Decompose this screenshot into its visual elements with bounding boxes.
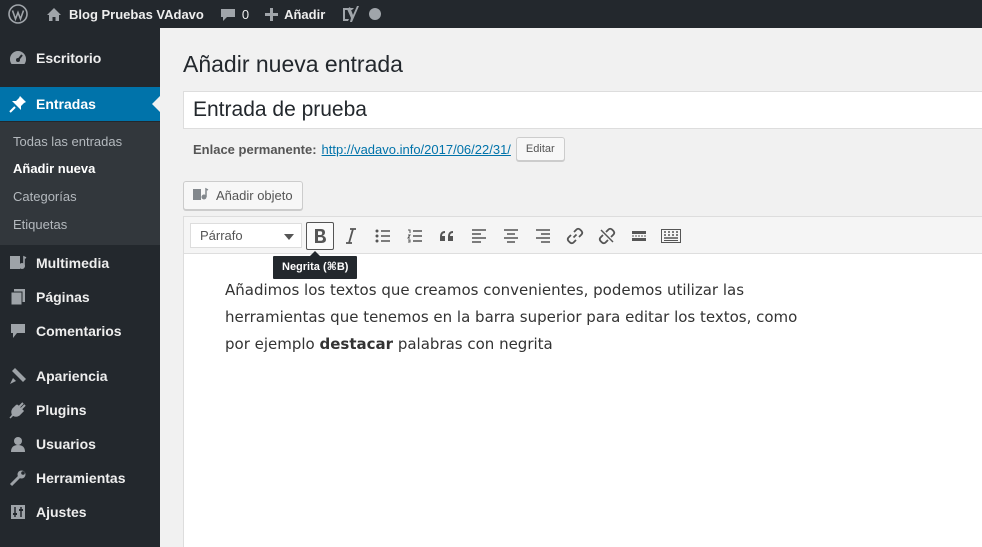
editor-content[interactable]: Añadimos los textos que creamos convenie… xyxy=(225,277,805,358)
media-add-icon xyxy=(192,186,210,205)
submenu-item-etiquetas[interactable]: Etiquetas xyxy=(13,217,67,232)
dashboard-icon xyxy=(0,50,36,66)
read-more-icon xyxy=(632,231,646,241)
submenu-item-todas-las-entradas[interactable]: Todas las entradas xyxy=(13,134,122,149)
menu-item-multimedia[interactable]: Multimedia xyxy=(0,246,160,280)
site-name: Blog Pruebas VAdavo xyxy=(69,6,204,22)
active-indicator xyxy=(152,96,160,112)
read-more-button[interactable] xyxy=(625,222,653,250)
submenu-item-anadir-nueva[interactable]: Añadir nueva xyxy=(13,161,95,176)
quote-icon xyxy=(440,231,453,241)
tooltip-text: Negrita (⌘B) xyxy=(282,261,349,273)
link-icon xyxy=(566,227,584,245)
permalink-label: Enlace permanente: xyxy=(193,141,317,157)
menu-label: Ajustes xyxy=(36,504,87,520)
bold-button[interactable] xyxy=(306,222,334,250)
seo-score-indicator xyxy=(369,8,382,20)
remove-link-button[interactable] xyxy=(593,222,621,250)
permalink-url[interactable]: http://vadavo.info/2017/06/22/31/ xyxy=(322,142,511,157)
comments-count: 0 xyxy=(241,6,250,22)
menu-label: Usuarios xyxy=(36,436,96,452)
toolbar-toggle-button[interactable] xyxy=(657,222,685,250)
users-icon xyxy=(0,436,36,452)
align-center-button[interactable] xyxy=(497,222,525,250)
blockquote-button[interactable] xyxy=(433,222,461,250)
align-left-button[interactable] xyxy=(465,222,493,250)
menu-label: Herramientas xyxy=(36,470,126,486)
menu-item-escritorio[interactable]: Escritorio xyxy=(0,41,160,75)
comments-icon xyxy=(0,323,36,339)
italic-button[interactable] xyxy=(337,222,365,250)
entradas-submenu: Todas las entradas Añadir nueva Categorí… xyxy=(0,122,160,245)
menu-item-herramientas[interactable]: Herramientas xyxy=(0,461,160,495)
admin-sidebar: Escritorio Entradas Todas las entradas A… xyxy=(0,28,160,547)
menu-label: Páginas xyxy=(36,289,90,305)
yoast-seo-icon[interactable] xyxy=(333,0,367,28)
menu-item-comentarios[interactable]: Comentarios xyxy=(0,314,160,348)
post-title-input[interactable]: Entrada de prueba xyxy=(183,91,982,129)
settings-icon xyxy=(0,504,36,520)
numbered-list-button[interactable] xyxy=(401,222,429,250)
appearance-icon xyxy=(0,367,36,385)
bullet-list-icon xyxy=(375,229,390,243)
menu-item-plugins[interactable]: Plugins xyxy=(0,393,160,427)
align-right-button[interactable] xyxy=(529,222,557,250)
admin-bar: Blog Pruebas VAdavo 0 Añadir xyxy=(0,0,982,28)
unlink-icon xyxy=(598,227,616,245)
home-icon xyxy=(46,7,62,22)
format-select-value: Párrafo xyxy=(200,228,243,243)
comment-bubble-icon xyxy=(220,7,236,22)
add-media-label: Añadir objeto xyxy=(216,188,293,203)
chevron-down-icon xyxy=(284,234,294,240)
menu-item-usuarios[interactable]: Usuarios xyxy=(0,427,160,461)
align-right-icon xyxy=(536,229,550,243)
align-center-icon xyxy=(504,229,518,243)
menu-label: Plugins xyxy=(36,402,87,418)
numbered-list-icon xyxy=(407,229,422,243)
format-select[interactable]: Párrafo xyxy=(190,223,302,248)
menu-item-apariencia[interactable]: Apariencia xyxy=(0,359,160,393)
wordpress-logo-icon[interactable] xyxy=(0,0,36,28)
editor-toolbar: Párrafo xyxy=(184,217,982,254)
insert-link-button[interactable] xyxy=(561,222,589,250)
keyboard-icon xyxy=(661,229,681,243)
menu-item-ajustes[interactable]: Ajustes xyxy=(0,495,160,529)
menu-item-entradas[interactable]: Entradas xyxy=(0,87,160,121)
permalink-row: Enlace permanente: http://vadavo.info/20… xyxy=(193,137,565,161)
site-name-link[interactable]: Blog Pruebas VAdavo xyxy=(36,0,212,28)
menu-label: Escritorio xyxy=(36,50,102,66)
content-bold-text: destacar xyxy=(319,335,394,353)
menu-label: Comentarios xyxy=(36,323,122,339)
edit-permalink-button[interactable]: Editar xyxy=(515,137,565,161)
page-title: Añadir nueva entrada xyxy=(183,51,403,77)
submenu-item-categorias[interactable]: Categorías xyxy=(13,189,77,204)
plus-icon xyxy=(265,7,279,21)
media-icon xyxy=(0,254,36,272)
content-text-after: palabras con negrita xyxy=(393,335,553,353)
bold-tooltip: Negrita (⌘B) xyxy=(273,251,358,279)
bold-icon xyxy=(315,229,326,243)
align-left-icon xyxy=(472,229,486,243)
pin-icon xyxy=(0,95,36,113)
menu-item-paginas[interactable]: Páginas xyxy=(0,280,160,314)
new-label: Añadir xyxy=(284,6,326,22)
bullet-list-button[interactable] xyxy=(369,222,397,250)
tools-icon xyxy=(0,469,36,487)
pages-icon xyxy=(0,288,36,306)
menu-label: Apariencia xyxy=(36,368,108,384)
tooltip-arrow xyxy=(310,251,320,256)
italic-icon xyxy=(346,228,356,244)
add-media-button[interactable]: Añadir objeto xyxy=(183,181,303,210)
plugins-icon xyxy=(0,401,36,419)
menu-label: Entradas xyxy=(36,96,96,112)
menu-label: Multimedia xyxy=(36,255,110,271)
comments-link[interactable]: 0 xyxy=(212,0,257,28)
new-content-link[interactable]: Añadir xyxy=(257,0,333,28)
